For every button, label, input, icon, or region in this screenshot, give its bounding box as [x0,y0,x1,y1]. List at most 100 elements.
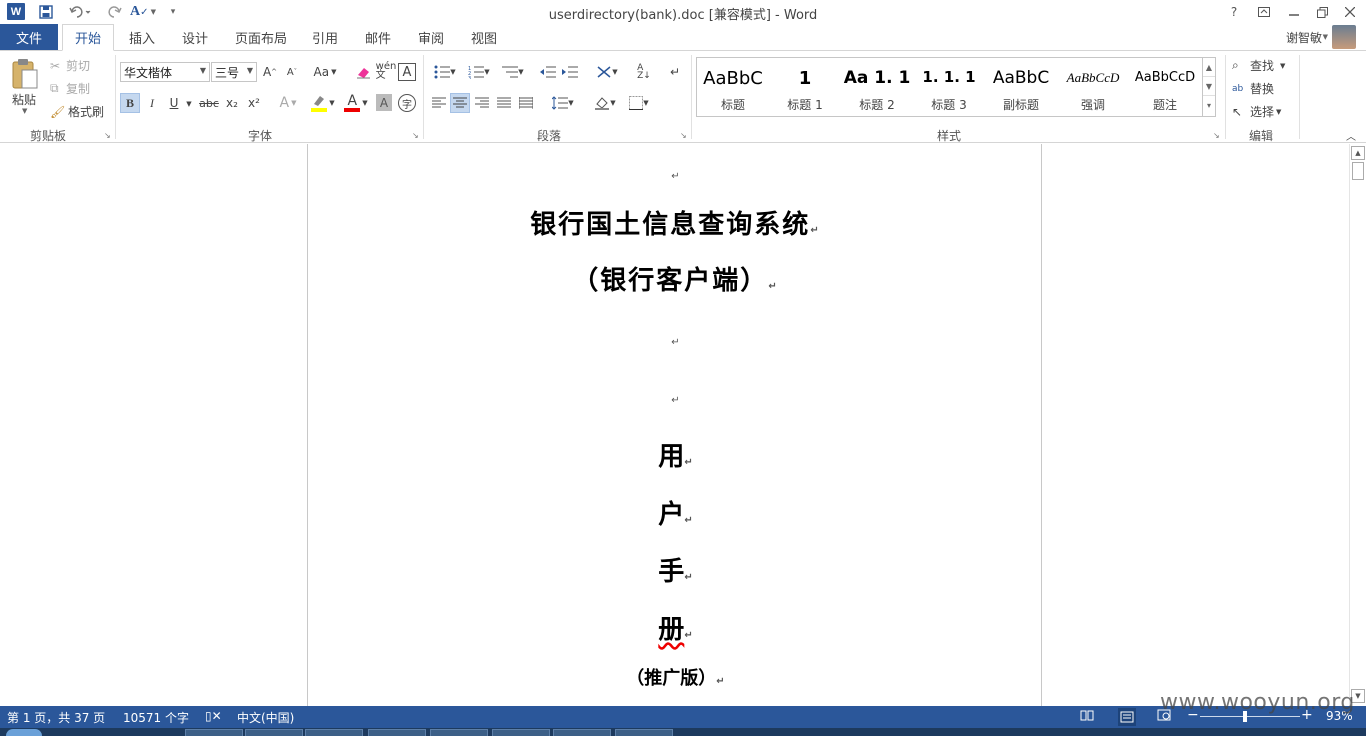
replace-button[interactable]: ab 替换 [1232,80,1274,97]
justify-icon[interactable] [495,93,513,113]
taskbar-item[interactable] [185,729,243,736]
style-item-caption[interactable]: AaBbCcD 题注 [1129,58,1201,116]
style-item-subtitle[interactable]: AaBbC 副标题 [985,58,1057,116]
taskbar-item[interactable] [245,729,303,736]
tab-layout[interactable]: 页面布局 [235,24,287,50]
user-name[interactable]: 谢智敏 [1286,29,1322,46]
style-item-title[interactable]: AaBbC 标题 [697,58,769,116]
font-size-combo[interactable]: 三号 ▼ [211,62,257,82]
tab-references[interactable]: 引用 [312,24,338,50]
style-item-heading2[interactable]: Aa 1. 1 标题 2 [841,58,913,116]
align-center-icon[interactable] [450,93,470,113]
multilevel-list-icon[interactable]: ▼ [498,63,528,81]
tab-home[interactable]: 开始 [62,24,115,51]
superscript-button[interactable]: x² [244,93,264,113]
paste-icon[interactable] [8,57,42,91]
ribbon-display-options-icon[interactable] [1252,2,1276,22]
taskbar-item[interactable] [615,729,673,736]
more-styles-icon[interactable]: ▾ [1203,96,1215,115]
paste-button[interactable]: 粘贴 [12,91,36,108]
tab-insert[interactable]: 插入 [129,24,155,50]
taskbar-item[interactable] [492,729,550,736]
style-item-heading3[interactable]: 1. 1. 1 标题 3 [913,58,985,116]
tab-design[interactable]: 设计 [182,24,208,50]
font-color-icon[interactable]: A ▼ [340,93,372,113]
scroll-thumb[interactable] [1352,162,1364,180]
select-button[interactable]: ↖ 选择 ▼ [1232,103,1281,120]
change-case-icon[interactable]: Aa ▼ [310,63,340,81]
increase-indent-icon[interactable] [560,63,580,81]
word-count[interactable]: 10571 个字 [123,709,189,726]
show-marks-icon[interactable]: ↵ [666,63,684,81]
decrease-indent-icon[interactable] [538,63,558,81]
subscript-button[interactable]: x₂ [222,93,242,113]
restore-button[interactable] [1310,2,1334,22]
clear-formatting-icon[interactable] [354,63,374,81]
chevron-up-icon[interactable]: ▲ [1203,58,1215,77]
taskbar-item[interactable] [430,729,488,736]
read-mode-icon[interactable] [1080,709,1094,724]
numbering-icon[interactable]: 1 2 3 ▼ [464,63,494,81]
taskbar-item[interactable] [368,729,426,736]
phonetic-guide-icon[interactable]: wén 文 [376,61,397,81]
user-menu-chevron-icon[interactable]: ▼ [1323,33,1328,41]
underline-button[interactable]: U [165,93,183,113]
avatar[interactable] [1332,25,1356,49]
document-area[interactable]: ↵ 银行国土信息查询系统↵ （银行客户端）↵ ↵ ↵ 用↵ 户↵ 手↵ 册↵ （… [0,144,1349,706]
bullets-icon[interactable]: ▼ [430,63,460,81]
style-sample: AaBbC [703,68,763,89]
align-left-icon[interactable] [430,93,448,113]
find-button[interactable]: ⌕ 查找 ▼ [1232,57,1285,74]
start-button[interactable] [6,729,42,736]
taskbar-item[interactable] [305,729,363,736]
paragraph-launcher-icon[interactable]: ↘ [680,131,687,140]
help-button[interactable]: ? [1222,2,1246,22]
bold-button[interactable]: B [120,93,140,113]
tab-review[interactable]: 审阅 [418,24,444,50]
tab-mailings[interactable]: 邮件 [365,24,391,50]
style-item-heading1[interactable]: 1 标题 1 [769,58,841,116]
shading-icon[interactable]: ▼ [590,93,620,113]
strikethrough-button[interactable]: abc [198,93,220,113]
document-page[interactable]: ↵ 银行国土信息查询系统↵ （银行客户端）↵ ↵ ↵ 用↵ 户↵ 手↵ 册↵ （… [307,144,1042,706]
copy-button[interactable]: ⧉ 复制 [50,80,90,97]
shrink-font-icon[interactable]: Aˇ [283,63,301,81]
paste-dropdown-icon[interactable]: ▼ [22,107,27,115]
borders-icon[interactable]: ▼ [624,93,654,113]
character-border-icon[interactable]: A [398,63,416,81]
grow-font-icon[interactable]: A ^ [261,63,279,81]
sort-icon[interactable]: A Z↓ [634,63,654,81]
styles-gallery-scroll[interactable]: ▲ ▼ ▾ [1202,57,1216,117]
page-count[interactable]: 第 1 页，共 37 页 [7,709,105,726]
chevron-down-icon[interactable]: ▼ [1203,77,1215,96]
tab-file[interactable]: 文件 [0,24,58,50]
enclose-characters-icon[interactable]: 字 [398,94,416,112]
scroll-up-icon[interactable]: ▲ [1351,146,1365,160]
underline-dropdown-icon[interactable]: ▼ [184,97,194,111]
style-item-emphasis[interactable]: AaBbCcD 强调 [1057,58,1129,116]
print-layout-icon[interactable] [1118,708,1136,726]
asian-layout-icon[interactable]: ▼ [592,63,622,81]
line-spacing-icon[interactable]: ▼ [548,93,578,113]
proofing-icon[interactable]: ▯✕ [205,709,222,723]
cut-button[interactable]: ✂ 剪切 [50,57,90,74]
distributed-icon[interactable] [517,93,535,113]
close-button[interactable] [1338,2,1362,22]
text-effects-icon[interactable]: A ▼ [274,93,302,113]
styles-launcher-icon[interactable]: ↘ [1213,131,1220,140]
taskbar-item[interactable] [553,729,611,736]
highlight-color-icon[interactable]: ▼ [306,93,338,113]
font-family-combo[interactable]: 华文楷体 ▼ [120,62,210,82]
minimize-button[interactable] [1282,2,1306,22]
align-right-icon[interactable] [473,93,491,113]
italic-button[interactable]: I [143,93,161,113]
font-launcher-icon[interactable]: ↘ [412,131,419,140]
tab-view[interactable]: 视图 [471,24,497,50]
format-painter-button[interactable]: 🖌 格式刷 [50,103,104,120]
collapse-ribbon-icon[interactable]: ︿ [1344,129,1358,143]
vertical-scrollbar[interactable]: ▲ ▼ [1349,144,1366,706]
clipboard-launcher-icon[interactable]: ↘ [104,131,111,140]
zoom-slider[interactable] [1200,716,1300,717]
character-shading-icon[interactable]: A [376,94,392,111]
language[interactable]: 中文(中国) [237,709,294,726]
